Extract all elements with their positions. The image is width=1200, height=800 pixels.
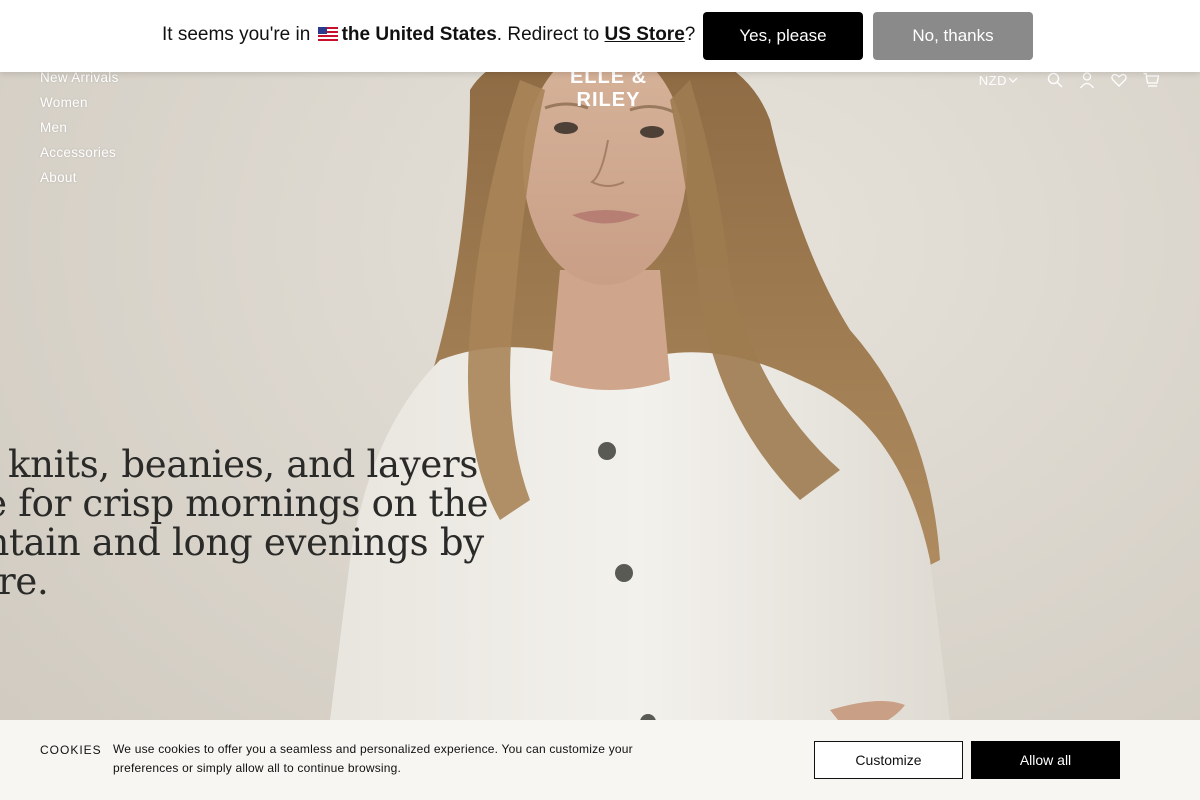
brand-logo[interactable]: ELLE & RILEY [536, 66, 681, 112]
account-icon[interactable] [1078, 71, 1096, 89]
geo-prefix: It seems you're in [162, 24, 311, 45]
cookie-allow-all-button[interactable]: Allow all [971, 741, 1120, 779]
geo-suffix: ? [684, 24, 696, 45]
geo-redirect-banner: It seems you're in the United States. Re… [0, 0, 1200, 72]
nav-women[interactable]: Women [40, 94, 119, 119]
hero-headline: ble knits, beanies, and layers ade for c… [0, 445, 500, 601]
search-icon[interactable] [1046, 71, 1064, 89]
wishlist-heart-icon[interactable] [1110, 71, 1128, 89]
hero-headline-line: ble knits, beanies, and layers [0, 443, 479, 486]
hero-headline-line: ade for crisp mornings on the [0, 482, 489, 525]
currency-selector[interactable]: NZD [979, 73, 1018, 88]
geo-message: It seems you're in the United States. Re… [162, 24, 695, 46]
cookie-customize-button[interactable]: Customize [814, 741, 963, 779]
model-photo [320, 40, 960, 800]
geo-country: the United States [341, 24, 497, 45]
us-store-link[interactable]: US Store [605, 24, 685, 45]
cookie-title: COOKIES [40, 743, 102, 757]
redirect-no-button[interactable]: No, thanks [873, 12, 1033, 60]
header-tools: NZD [979, 71, 1160, 89]
cookie-text: We use cookies to offer you a seamless a… [113, 742, 633, 775]
hero-headline-line: e fire. [0, 560, 49, 603]
nav-about[interactable]: About [40, 169, 119, 194]
cart-icon[interactable] [1142, 71, 1160, 89]
hero-headline-line: ountain and long evenings by [0, 521, 484, 564]
geo-middle: . Redirect to [496, 24, 600, 45]
redirect-yes-button[interactable]: Yes, please [703, 12, 863, 60]
cookie-banner: COOKIES We use cookies to offer you a se… [0, 720, 1200, 800]
nav-men[interactable]: Men [40, 119, 119, 144]
currency-label: NZD [978, 72, 1007, 88]
main-nav: New Arrivals Women Men Accessories About [40, 69, 119, 194]
nav-new-arrivals[interactable]: New Arrivals [40, 69, 119, 94]
us-flag-icon [317, 27, 338, 41]
chevron-down-icon [1008, 77, 1018, 83]
nav-accessories[interactable]: Accessories [40, 144, 119, 169]
hero-image [0, 0, 1200, 800]
